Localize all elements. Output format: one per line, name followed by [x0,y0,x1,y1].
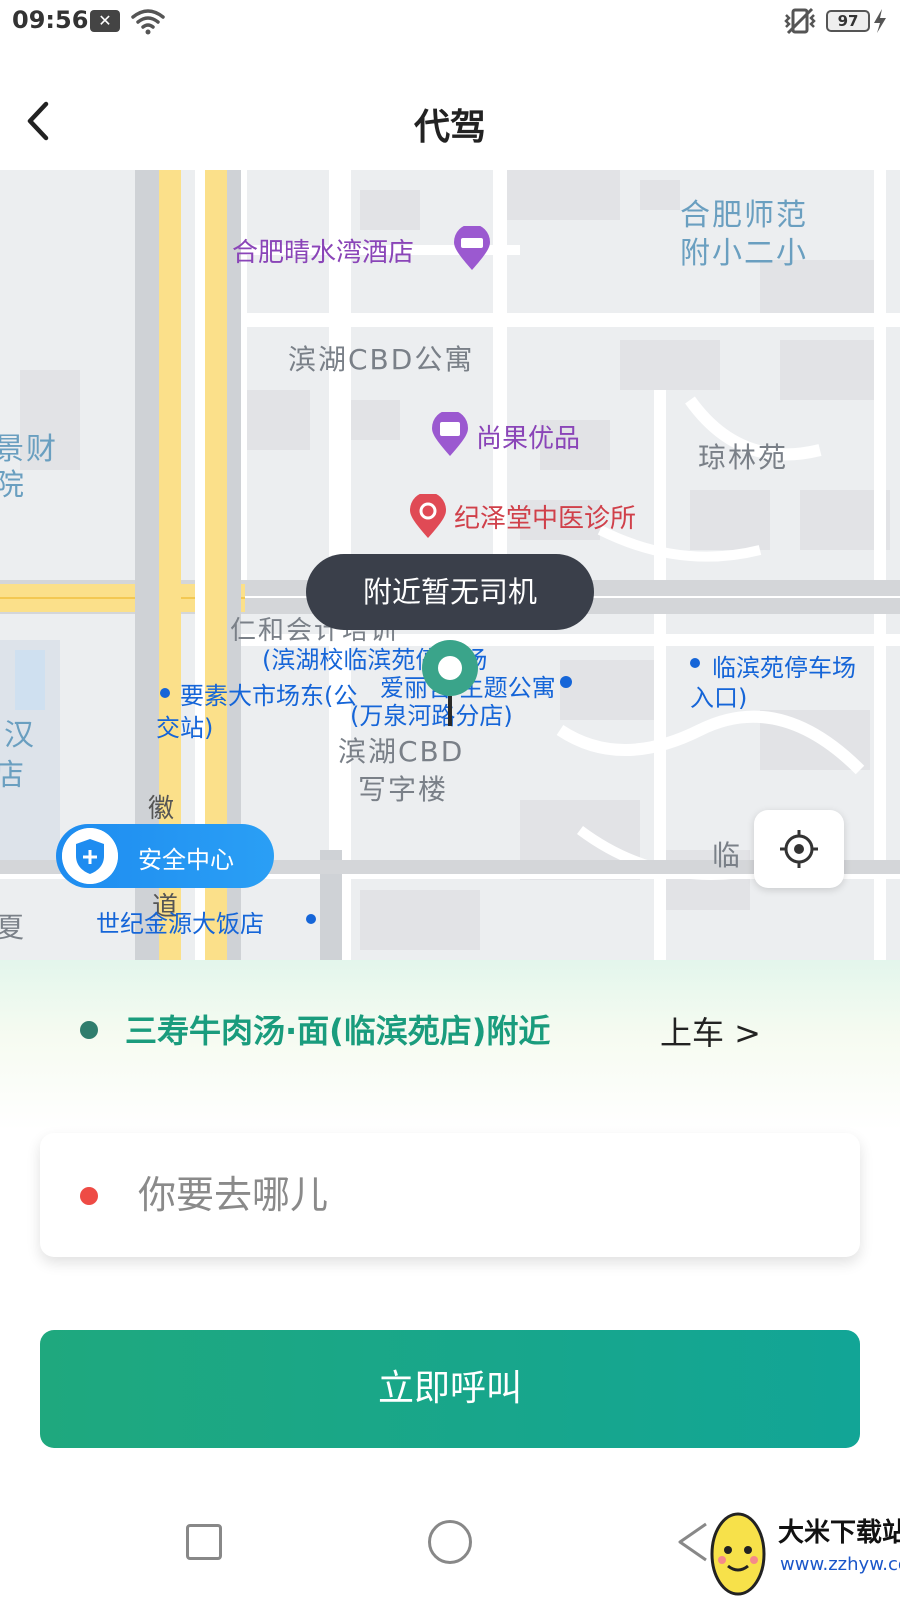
hotel-icon[interactable] [452,226,492,272]
safety-center-label: 安全中心 [138,846,234,874]
map-label-community: 琼林苑 [698,441,789,474]
destination-dot-icon [80,1187,98,1205]
map-label-partial-lin: 临 [712,839,743,872]
close-notification-icon: ✕ [90,10,120,32]
safety-center-button[interactable]: 安全中心 [56,824,274,888]
status-time: 09:56 [12,6,89,34]
map-label-partial-left-2: 院 [0,468,26,503]
map-label-clinic[interactable]: 纪泽堂中医诊所 [454,498,636,535]
home-icon[interactable] [428,1520,472,1564]
wifi-icon [131,9,165,35]
map-label-school-2: 附小二小 [680,236,808,271]
battery-icon: 97 [826,10,870,32]
poi-dot [560,676,572,688]
destination-card[interactable] [40,1133,860,1257]
map-label-partial-dian: 店 [0,758,26,793]
location-pin-icon [422,640,478,726]
map-label-market-stop-2[interactable]: 交站) [156,708,213,743]
recent-apps-icon[interactable] [186,1524,222,1560]
status-bar: 09:56 ✕ 97 [0,0,900,42]
back-icon[interactable] [672,1518,712,1566]
watermark-name: 大米下载站 [778,1518,900,1548]
shield-plus-icon [62,828,118,884]
charging-icon [874,9,886,33]
map-label-market-stop[interactable]: 要素大市场东(公 [180,676,357,711]
road-label-hui: 徽 [148,794,175,824]
page-title: 代驾 [413,107,486,148]
poi-dot [690,658,700,668]
map-label-office-2: 写字楼 [358,773,449,806]
pickup-row[interactable]: 三寿牛肉汤·面(临滨苑店)附近 上车 > [0,960,900,1130]
clinic-icon[interactable] [408,494,448,540]
vibrate-icon [784,7,816,35]
map-label-shop[interactable]: 尚果优品 [476,418,580,455]
shop-icon[interactable] [430,412,470,458]
poi-dot [306,914,316,924]
pickup-action[interactable]: 上车 > [660,1008,761,1054]
rice-mascot-logo [710,1512,766,1596]
header: 代驾 [0,42,900,170]
locate-crosshair-icon [780,830,818,868]
call-now-button[interactable]: 立即呼叫 [40,1330,860,1448]
watermark-url: www.zzhyw.com [780,1554,900,1575]
watermark: 大米下载站 www.zzhyw.com [708,1502,900,1600]
map-label-partial-han: 汉 [4,718,36,753]
map-view[interactable]: 合肥晴水湾酒店 合肥师范 附小二小 滨湖CBD公寓 尚果优品 琼林苑 景财 院 … [0,170,900,960]
no-driver-tooltip: 附近暂无司机 [306,554,594,630]
poi-dot [160,688,170,698]
map-label-hotel2[interactable]: 世纪金源大饭店 [96,904,264,939]
pickup-dot-icon [80,1021,98,1039]
map-label-apartment: 滨湖CBD公寓 [288,343,475,376]
map-label-hotel[interactable]: 合肥晴水湾酒店 [232,232,414,269]
destination-input[interactable] [138,1157,818,1233]
pickup-location[interactable]: 三寿牛肉汤·面(临滨苑店)附近 [125,1006,550,1052]
map-label-parking2-b[interactable]: 入口) [690,678,747,713]
locate-button[interactable] [754,810,844,888]
map-label-partial-xia: 夏 [0,911,27,944]
